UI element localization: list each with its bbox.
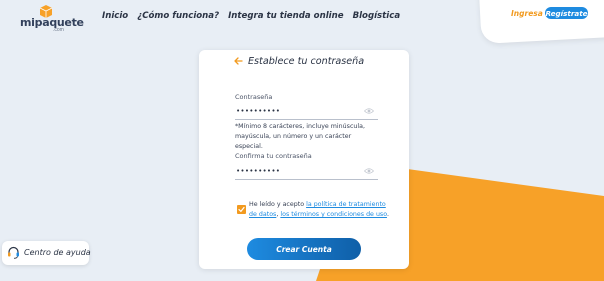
set-password-card: Establece tu contraseña Contraseña •••••…: [199, 50, 409, 269]
consent-suffix: .: [386, 211, 389, 218]
logo-suffix-text: .com: [53, 27, 64, 33]
check-icon: [238, 206, 245, 213]
auth-panel: [478, 0, 604, 44]
logo-brand-text: mipaquete: [20, 16, 84, 29]
nav-link-como-funciona[interactable]: ¿Cómo funciona?: [137, 11, 219, 21]
nav-link-inicio[interactable]: Inicio: [102, 11, 128, 21]
confirm-password-label: Confirma tu contraseña: [235, 152, 312, 160]
form-title: Establece tu contraseña: [248, 56, 365, 67]
create-account-button[interactable]: Crear Cuenta: [247, 238, 361, 260]
consent-prefix: He leído y acepto: [249, 201, 307, 208]
main-nav: Inicio ¿Cómo funciona? Integra tu tienda…: [102, 11, 400, 21]
password-hint: *Mínimo 8 carácteres, incluye minúscula,…: [235, 123, 366, 150]
consent-checkbox[interactable]: [237, 205, 246, 214]
register-button[interactable]: Regístrate: [545, 7, 588, 19]
nav-link-blogistica[interactable]: Blogística: [353, 11, 401, 21]
password-label: Contraseña: [235, 93, 273, 101]
password-value: ••••••••••: [236, 107, 281, 115]
back-arrow-icon[interactable]: [233, 56, 243, 66]
confirm-password-field[interactable]: ••••••••••: [235, 166, 378, 180]
eye-icon[interactable]: [364, 107, 374, 115]
terms-link[interactable]: los términos y condiciones de uso: [280, 211, 387, 218]
help-center-button[interactable]: Centro de ayuda: [2, 241, 91, 265]
consent-text: He leído y acepto la política de tratami…: [249, 200, 389, 220]
nav-link-integra-tienda[interactable]: Integra tu tienda online: [228, 11, 343, 21]
login-link[interactable]: Ingresa: [511, 9, 543, 18]
password-field[interactable]: ••••••••••: [235, 106, 378, 120]
help-center-label: Centro de ayuda: [24, 248, 91, 257]
logo[interactable]: mipaquete .com: [20, 4, 84, 33]
confirm-password-value: ••••••••••: [236, 167, 281, 175]
headset-icon: [8, 246, 19, 259]
eye-icon[interactable]: [364, 167, 374, 175]
